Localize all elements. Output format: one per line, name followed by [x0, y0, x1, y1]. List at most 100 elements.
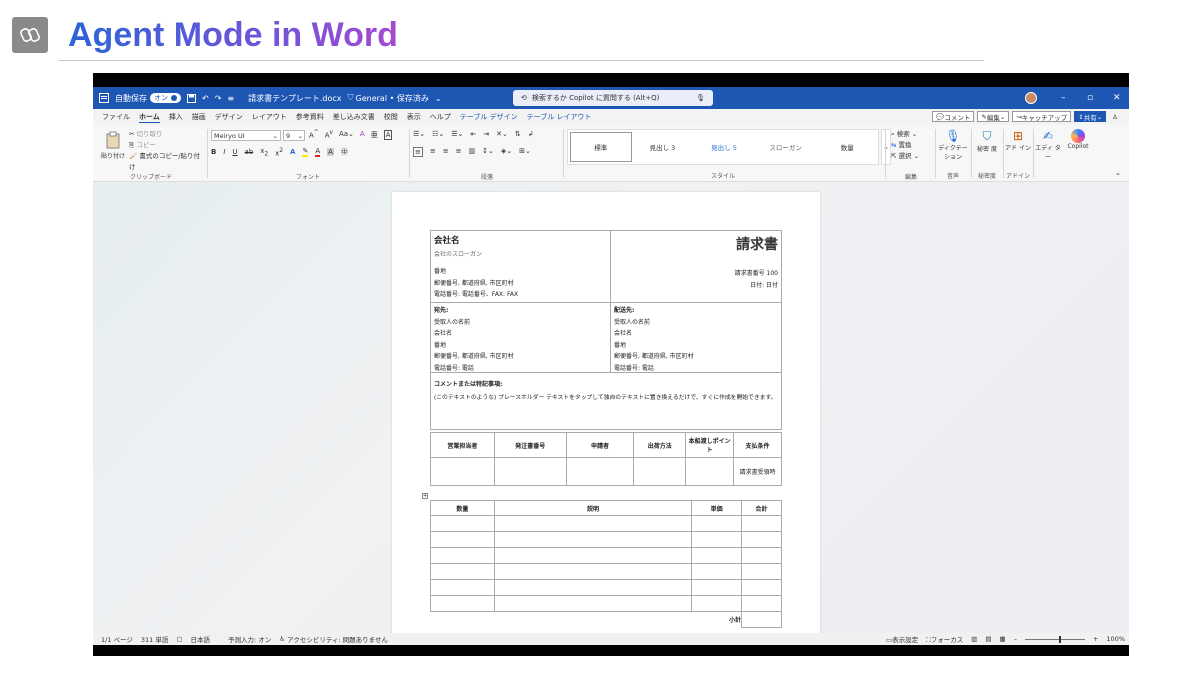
catchup-button[interactable]: ↝ キャッチアップ: [1012, 111, 1072, 122]
company-postal[interactable]: 郵便番号, 都道府県, 市区町村: [434, 278, 607, 290]
proofing-icon[interactable]: ▢: [176, 635, 182, 643]
order-cell[interactable]: [565, 457, 635, 486]
table-cell[interactable]: [741, 579, 782, 596]
show-marks-icon[interactable]: ↲: [528, 130, 534, 138]
table-cell[interactable]: [430, 579, 495, 596]
collapse-ribbon-icon[interactable]: ⌄: [1115, 169, 1121, 177]
table-cell[interactable]: [493, 563, 693, 580]
company-phone[interactable]: 電話番号: 電話番号、FAX: FAX: [434, 289, 607, 301]
subscript-icon[interactable]: x2: [260, 147, 268, 157]
zoom-in-icon[interactable]: +: [1093, 635, 1098, 643]
table-cell[interactable]: [741, 531, 782, 548]
items-header-price[interactable]: 単価: [691, 500, 743, 516]
display-settings-button[interactable]: ▭表示設定: [886, 634, 918, 644]
table-cell[interactable]: [430, 515, 495, 532]
addins-button[interactable]: ⊞ アド イン: [1005, 129, 1031, 152]
document-page[interactable]: 会社名 会社のスローガン 番地 郵便番号, 都道府県, 市区町村 電話番号: 電…: [392, 192, 820, 633]
shrink-font-icon[interactable]: Av: [325, 130, 333, 140]
items-header-desc[interactable]: 説明: [493, 500, 693, 516]
order-cell[interactable]: [633, 457, 687, 486]
document-filename[interactable]: 請求書テンプレート.docx: [248, 93, 341, 104]
table-cell[interactable]: [430, 531, 495, 548]
order-cell[interactable]: [493, 457, 567, 486]
bill-to-heading[interactable]: 宛先:: [434, 305, 607, 317]
company-address[interactable]: 番地: [434, 266, 607, 278]
page-count[interactable]: 1/1 ページ: [101, 634, 133, 644]
chevron-down-icon[interactable]: ⌄: [435, 94, 442, 103]
close-icon[interactable]: ✕: [1113, 87, 1121, 109]
comments-body[interactable]: (このテキストのような) プレースホルダー テキストをタップして独自のテキストに…: [434, 392, 778, 401]
grow-font-icon[interactable]: A^: [309, 130, 319, 140]
table-cell[interactable]: [430, 595, 495, 612]
restore-icon[interactable]: ▫: [1087, 87, 1093, 109]
select-button[interactable]: ⇱ 選択 ⌄: [891, 151, 919, 162]
read-mode-icon[interactable]: ▥: [971, 635, 977, 643]
styles-more-icon[interactable]: ⌄: [881, 129, 891, 165]
language[interactable]: 日本語: [191, 634, 211, 644]
table-cell[interactable]: [493, 595, 693, 612]
table-cell[interactable]: [741, 595, 782, 612]
search-box[interactable]: ⟲ 検索するか Copilot に質問する (Alt+Q) 🎙: [513, 90, 713, 106]
table-cell[interactable]: [691, 547, 743, 564]
tab-file[interactable]: ファイル: [102, 112, 130, 122]
table-cell[interactable]: [741, 563, 782, 580]
zoom-slider-knob[interactable]: [1058, 635, 1061, 643]
italic-icon[interactable]: I: [223, 148, 225, 156]
borders-icon[interactable]: ⊞⌄: [519, 147, 531, 157]
order-cell[interactable]: [685, 457, 735, 486]
style-heading5[interactable]: 見出し 5: [693, 132, 755, 162]
style-quantity[interactable]: 数量: [816, 132, 878, 162]
order-header-po[interactable]: 発注書番号: [493, 432, 567, 458]
invoice-date[interactable]: 日付: 日付: [614, 280, 778, 292]
subtotal-value[interactable]: [741, 611, 782, 628]
order-header-ship[interactable]: 出荷方法: [633, 432, 687, 458]
replace-button[interactable]: ⇆ 置換: [891, 140, 919, 151]
share-button[interactable]: ⇪ 共有 ⌄: [1074, 111, 1107, 122]
table-cell[interactable]: [493, 579, 693, 596]
align-right-icon[interactable]: ≡: [443, 147, 449, 157]
tab-draw[interactable]: 描画: [192, 112, 206, 122]
web-layout-icon[interactable]: ▦: [1000, 635, 1006, 643]
items-header-qty[interactable]: 数量: [430, 500, 495, 516]
sort-icon[interactable]: ⇅: [515, 130, 521, 138]
superscript-icon[interactable]: x2: [275, 148, 283, 157]
change-case-icon[interactable]: Aa⌄: [339, 130, 354, 140]
subtotal-label[interactable]: 小計: [691, 611, 743, 628]
dictate-button[interactable]: 🎙 ディクテー ション: [937, 129, 969, 161]
save-icon[interactable]: [187, 93, 196, 103]
tab-mailings[interactable]: 差し込み文書: [333, 112, 375, 122]
asian-layout-icon[interactable]: ✕⌄: [496, 130, 508, 138]
line-spacing-icon[interactable]: ↕⌄: [482, 147, 494, 157]
style-normal[interactable]: 標準: [570, 132, 632, 162]
copilot-button[interactable]: Copilot: [1063, 129, 1093, 150]
redo-icon[interactable]: ↷: [215, 94, 222, 103]
table-cell[interactable]: [691, 515, 743, 532]
tab-table-design[interactable]: テーブル デザイン: [460, 112, 518, 122]
find-button[interactable]: ⌕ 検索 ⌄: [891, 129, 919, 140]
comments-heading[interactable]: コメントまたは特記事項:: [434, 379, 778, 388]
bullets-icon[interactable]: ☰⌄: [413, 130, 425, 138]
zoom-level[interactable]: 100%: [1106, 635, 1125, 643]
char-shading-icon[interactable]: A: [327, 148, 334, 157]
ship-to-company[interactable]: 会社名: [614, 328, 778, 340]
edit-mode-button[interactable]: ✎ 編集 ⌄: [977, 111, 1010, 122]
feedback-icon[interactable]: ♙: [1109, 111, 1121, 122]
order-terms-value[interactable]: 請求書受領時: [733, 457, 782, 486]
table-move-handle-icon[interactable]: +: [422, 493, 428, 499]
cut-button[interactable]: ✂ 切り取り: [129, 129, 203, 140]
enclose-char-icon[interactable]: ㊥: [341, 147, 348, 157]
font-size-select[interactable]: 9 ⌄: [283, 130, 305, 141]
invoice-number[interactable]: 請求書番号 100: [614, 268, 778, 280]
text-effects-icon[interactable]: A: [290, 148, 295, 156]
table-cell[interactable]: [691, 595, 743, 612]
phonetic-guide-icon[interactable]: 亜: [371, 130, 378, 140]
ship-to-recipient[interactable]: 受取人の名前: [614, 317, 778, 329]
table-cell[interactable]: [430, 563, 495, 580]
table-cell[interactable]: [741, 515, 782, 532]
text-prediction[interactable]: 予測入力: オン: [228, 634, 271, 644]
order-header-fob[interactable]: 本船渡しポイント: [685, 432, 735, 458]
paste-button[interactable]: 貼り付け: [99, 131, 127, 160]
tab-layout[interactable]: レイアウト: [252, 112, 287, 122]
increase-indent-icon[interactable]: ⇥: [483, 130, 489, 138]
table-cell[interactable]: [430, 547, 495, 564]
